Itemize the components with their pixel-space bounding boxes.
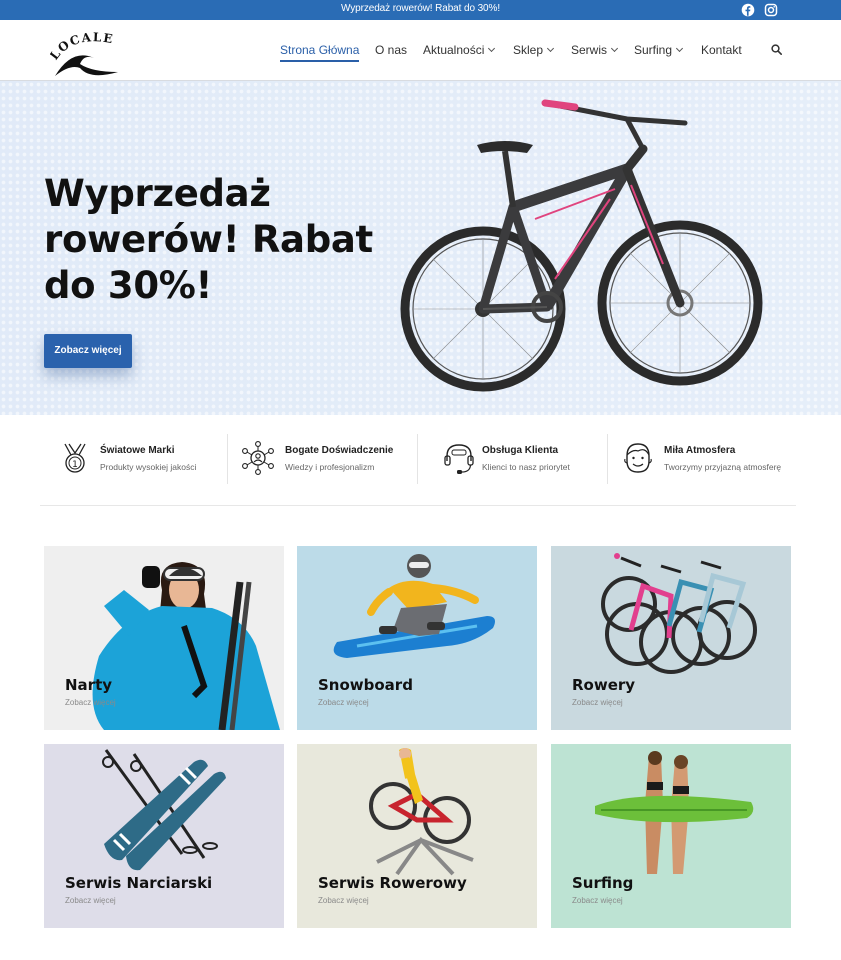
feature-item: Obsługa Klienta Klienci to nasz prioryte… bbox=[442, 435, 612, 485]
category-card-snowboard[interactable]: Snowboard Zobacz więcej bbox=[297, 546, 537, 730]
locales-logo[interactable]: LOCALES bbox=[50, 28, 124, 78]
feature-subtitle: Wiedzy i profesjonalizm bbox=[285, 462, 375, 472]
nav-label: Sklep bbox=[513, 43, 544, 57]
promo-text: Wyprzedaż rowerów! Rabat do 30%! bbox=[340, 3, 500, 14]
nav-item-strona-glowna[interactable]: Strona Główna bbox=[280, 43, 360, 62]
top-promo-bar: Wyprzedaż rowerów! Rabat do 30%! bbox=[0, 0, 841, 20]
chevron-down-icon bbox=[675, 44, 684, 53]
nav-item-aktualnosci[interactable]: Aktualności bbox=[423, 43, 496, 57]
nav-item-sklep[interactable]: Sklep bbox=[513, 43, 555, 57]
hero-banner: Wyprzedaż rowerów! Rabat do 30%! Zobacz … bbox=[0, 81, 841, 415]
smiley-icon bbox=[624, 443, 652, 473]
feature-title: Bogate Doświadczenie bbox=[285, 445, 394, 456]
card-title: Snowboard bbox=[318, 676, 413, 694]
card-see-more-link[interactable]: Zobacz więcej bbox=[318, 896, 369, 905]
category-card-serwis-rowerowy[interactable]: Serwis Rowerowy Zobacz więcej bbox=[297, 744, 537, 928]
chevron-down-icon bbox=[546, 44, 555, 53]
feature-item: 1 Światowe Marki Produkty wysokiej jakoś… bbox=[58, 435, 238, 485]
medal-icon: 1 bbox=[64, 443, 86, 473]
divider bbox=[607, 434, 608, 484]
category-card-serwis-narciarski[interactable]: Serwis Narciarski Zobacz więcej bbox=[44, 744, 284, 928]
instagram-icon[interactable] bbox=[764, 3, 778, 17]
feature-subtitle: Klienci to nasz priorytet bbox=[482, 462, 570, 472]
chevron-down-icon bbox=[610, 44, 619, 53]
feature-title: Miła Atmosfera bbox=[664, 445, 736, 456]
active-underline bbox=[280, 60, 360, 62]
category-card-narty[interactable]: Narty Zobacz więcej bbox=[44, 546, 284, 730]
facebook-icon[interactable] bbox=[741, 3, 755, 17]
card-title: Serwis Narciarski bbox=[65, 874, 213, 892]
features-strip: 1 Światowe Marki Produkty wysokiej jakoś… bbox=[40, 415, 796, 506]
feature-subtitle: Produkty wysokiej jakości bbox=[100, 462, 197, 472]
feature-subtitle: Tworzymy przyjazną atmosferę bbox=[664, 462, 782, 472]
nav-item-surfing[interactable]: Surfing bbox=[634, 43, 684, 57]
nav-label: Aktualności bbox=[423, 43, 485, 57]
chevron-down-icon bbox=[488, 44, 496, 53]
card-title: Serwis Rowerowy bbox=[318, 874, 467, 892]
divider bbox=[417, 434, 418, 484]
card-title: Rowery bbox=[572, 676, 636, 694]
card-see-more-link[interactable]: Zobacz więcej bbox=[318, 698, 369, 707]
nav-item-kontakt[interactable]: Kontakt bbox=[701, 43, 742, 57]
network-icon bbox=[242, 441, 274, 475]
nav-label: Serwis bbox=[571, 43, 608, 57]
card-see-more-link[interactable]: Zobacz więcej bbox=[65, 698, 116, 707]
nav-item-o-nas[interactable]: O nas bbox=[375, 43, 407, 57]
site-header: LOCALES Strona Główna O nas Aktualności … bbox=[0, 20, 841, 81]
card-see-more-link[interactable]: Zobacz więcej bbox=[572, 698, 623, 707]
card-see-more-link[interactable]: Zobacz więcej bbox=[572, 896, 623, 905]
search-icon[interactable] bbox=[771, 44, 782, 55]
nav-label: Kontakt bbox=[701, 43, 742, 57]
nav-item-serwis[interactable]: Serwis bbox=[571, 43, 619, 57]
hero-title: Wyprzedaż rowerów! Rabat do 30%! bbox=[44, 172, 373, 307]
nav-label: Strona Główna bbox=[280, 43, 360, 57]
svg-text:1: 1 bbox=[72, 460, 78, 470]
feature-title: Obsługa Klienta bbox=[482, 445, 559, 456]
category-card-rowery[interactable]: Rowery Zobacz więcej bbox=[551, 546, 791, 730]
divider bbox=[227, 434, 228, 484]
headset-icon bbox=[444, 444, 474, 474]
category-card-surfing[interactable]: Surfing Zobacz więcej bbox=[551, 744, 791, 928]
hero-see-more-button[interactable]: Zobacz więcej bbox=[44, 334, 132, 368]
nav-label: Surfing bbox=[634, 43, 673, 57]
nav-label: O nas bbox=[375, 43, 408, 57]
feature-item: Bogate Doświadczenie Wiedzy i profesjona… bbox=[241, 435, 421, 485]
feature-title: Światowe Marki bbox=[100, 445, 175, 456]
card-title: Surfing bbox=[572, 874, 634, 892]
card-title: Narty bbox=[65, 676, 113, 694]
mountain-bike-image bbox=[400, 99, 763, 392]
feature-item: Miła Atmosfera Tworzymy przyjazną atmosf… bbox=[621, 435, 796, 485]
card-see-more-link[interactable]: Zobacz więcej bbox=[65, 896, 116, 905]
